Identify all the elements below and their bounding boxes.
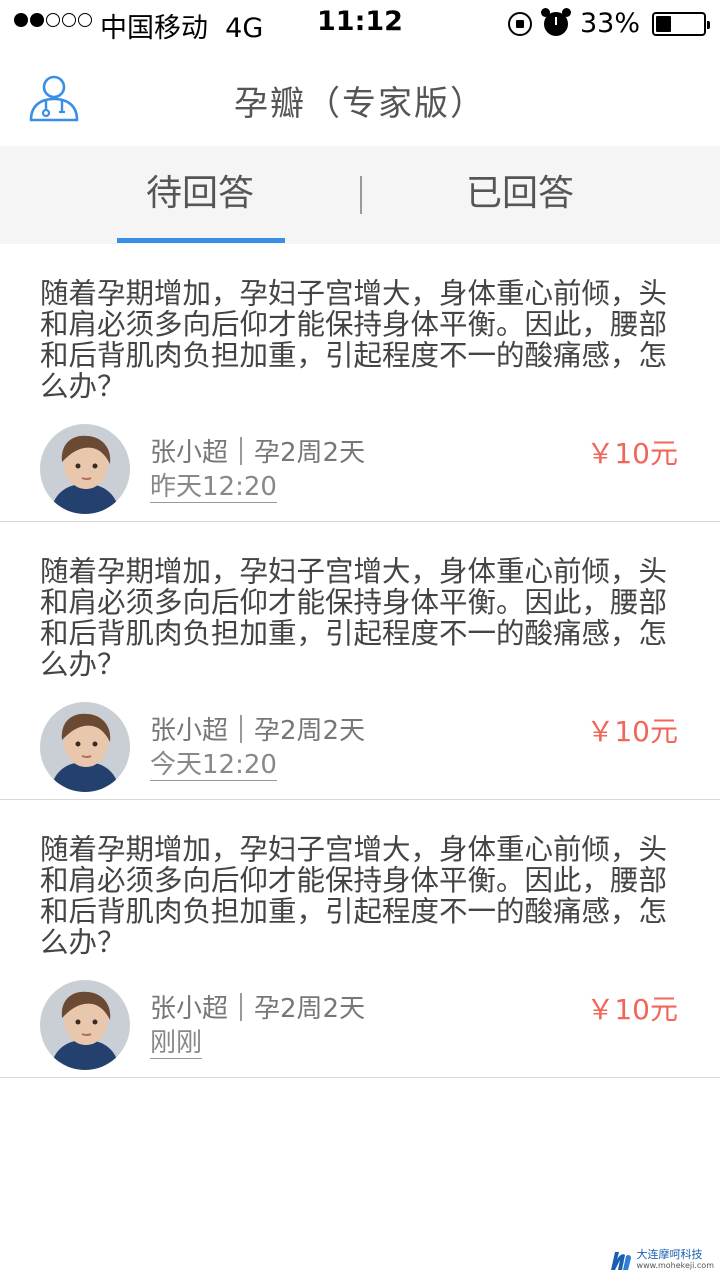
tab-divider bbox=[360, 176, 362, 214]
alarm-icon bbox=[540, 7, 571, 36]
question-time: 昨天12:20 bbox=[150, 472, 277, 503]
page-title: 孕瓣（专家版） bbox=[234, 84, 486, 124]
question-time: 刚刚 bbox=[150, 1028, 203, 1059]
avatar bbox=[40, 702, 130, 792]
question-item[interactable]: 随着孕期增加，孕妇子宫增大，身体重心前倾，头和肩必须多向后仰才能保持身体平衡。因… bbox=[0, 800, 720, 1078]
avatar bbox=[40, 980, 130, 1070]
question-text: 随着孕期增加，孕妇子宫增大，身体重心前倾，头和肩必须多向后仰才能保持身体平衡。因… bbox=[40, 833, 668, 959]
status-bar: 中国移动 4G 11:12 33% bbox=[0, 0, 720, 46]
question-list: 随着孕期增加，孕妇子宫增大，身体重心前倾，头和肩必须多向后仰才能保持身体平衡。因… bbox=[0, 244, 720, 1078]
battery-percent: 33% bbox=[579, 8, 640, 39]
question-price: ￥10元 bbox=[586, 715, 678, 748]
tab-pending[interactable]: 待回答 bbox=[50, 146, 350, 244]
watermark: 大连摩呵科技 www.mohekeji.com bbox=[609, 1246, 714, 1272]
watermark-name: 大连摩呵科技 bbox=[636, 1247, 703, 1261]
avatar bbox=[40, 424, 130, 514]
question-text: 随着孕期增加，孕妇子宫增大，身体重心前倾，头和肩必须多向后仰才能保持身体平衡。因… bbox=[40, 555, 668, 681]
question-price: ￥10元 bbox=[586, 993, 678, 1026]
user-name: 张小超 bbox=[150, 994, 229, 1024]
pregnancy-stage: 孕2周2天 bbox=[254, 994, 366, 1024]
user-info: 张小超 孕2周2天 bbox=[150, 710, 365, 747]
user-name: 张小超 bbox=[150, 716, 229, 746]
question-item[interactable]: 随着孕期增加，孕妇子宫增大，身体重心前倾，头和肩必须多向后仰才能保持身体平衡。因… bbox=[0, 522, 720, 800]
pregnancy-stage: 孕2周2天 bbox=[254, 716, 366, 746]
status-right: 33% bbox=[507, 7, 710, 39]
question-price: ￥10元 bbox=[586, 437, 678, 470]
battery-icon bbox=[652, 11, 710, 36]
active-tab-indicator bbox=[117, 238, 285, 243]
question-text: 随着孕期增加，孕妇子宫增大，身体重心前倾，头和肩必须多向后仰才能保持身体平衡。因… bbox=[40, 277, 668, 403]
orientation-lock-icon bbox=[507, 11, 532, 36]
question-time: 今天12:20 bbox=[150, 750, 277, 781]
question-item[interactable]: 随着孕期增加，孕妇子宫增大，身体重心前倾，头和肩必须多向后仰才能保持身体平衡。因… bbox=[0, 244, 720, 522]
user-info: 张小超 孕2周2天 bbox=[150, 988, 365, 1025]
user-info: 张小超 孕2周2天 bbox=[150, 432, 365, 469]
tab-answered[interactable]: 已回答 bbox=[370, 146, 670, 244]
nav-bar: 孕瓣（专家版） bbox=[0, 46, 720, 146]
user-name: 张小超 bbox=[150, 438, 229, 468]
company-logo-icon bbox=[610, 1252, 631, 1270]
tab-bar: 待回答 已回答 bbox=[0, 146, 720, 244]
pregnancy-stage: 孕2周2天 bbox=[254, 438, 366, 468]
watermark-url: www.mohekeji.com bbox=[636, 1260, 714, 1270]
